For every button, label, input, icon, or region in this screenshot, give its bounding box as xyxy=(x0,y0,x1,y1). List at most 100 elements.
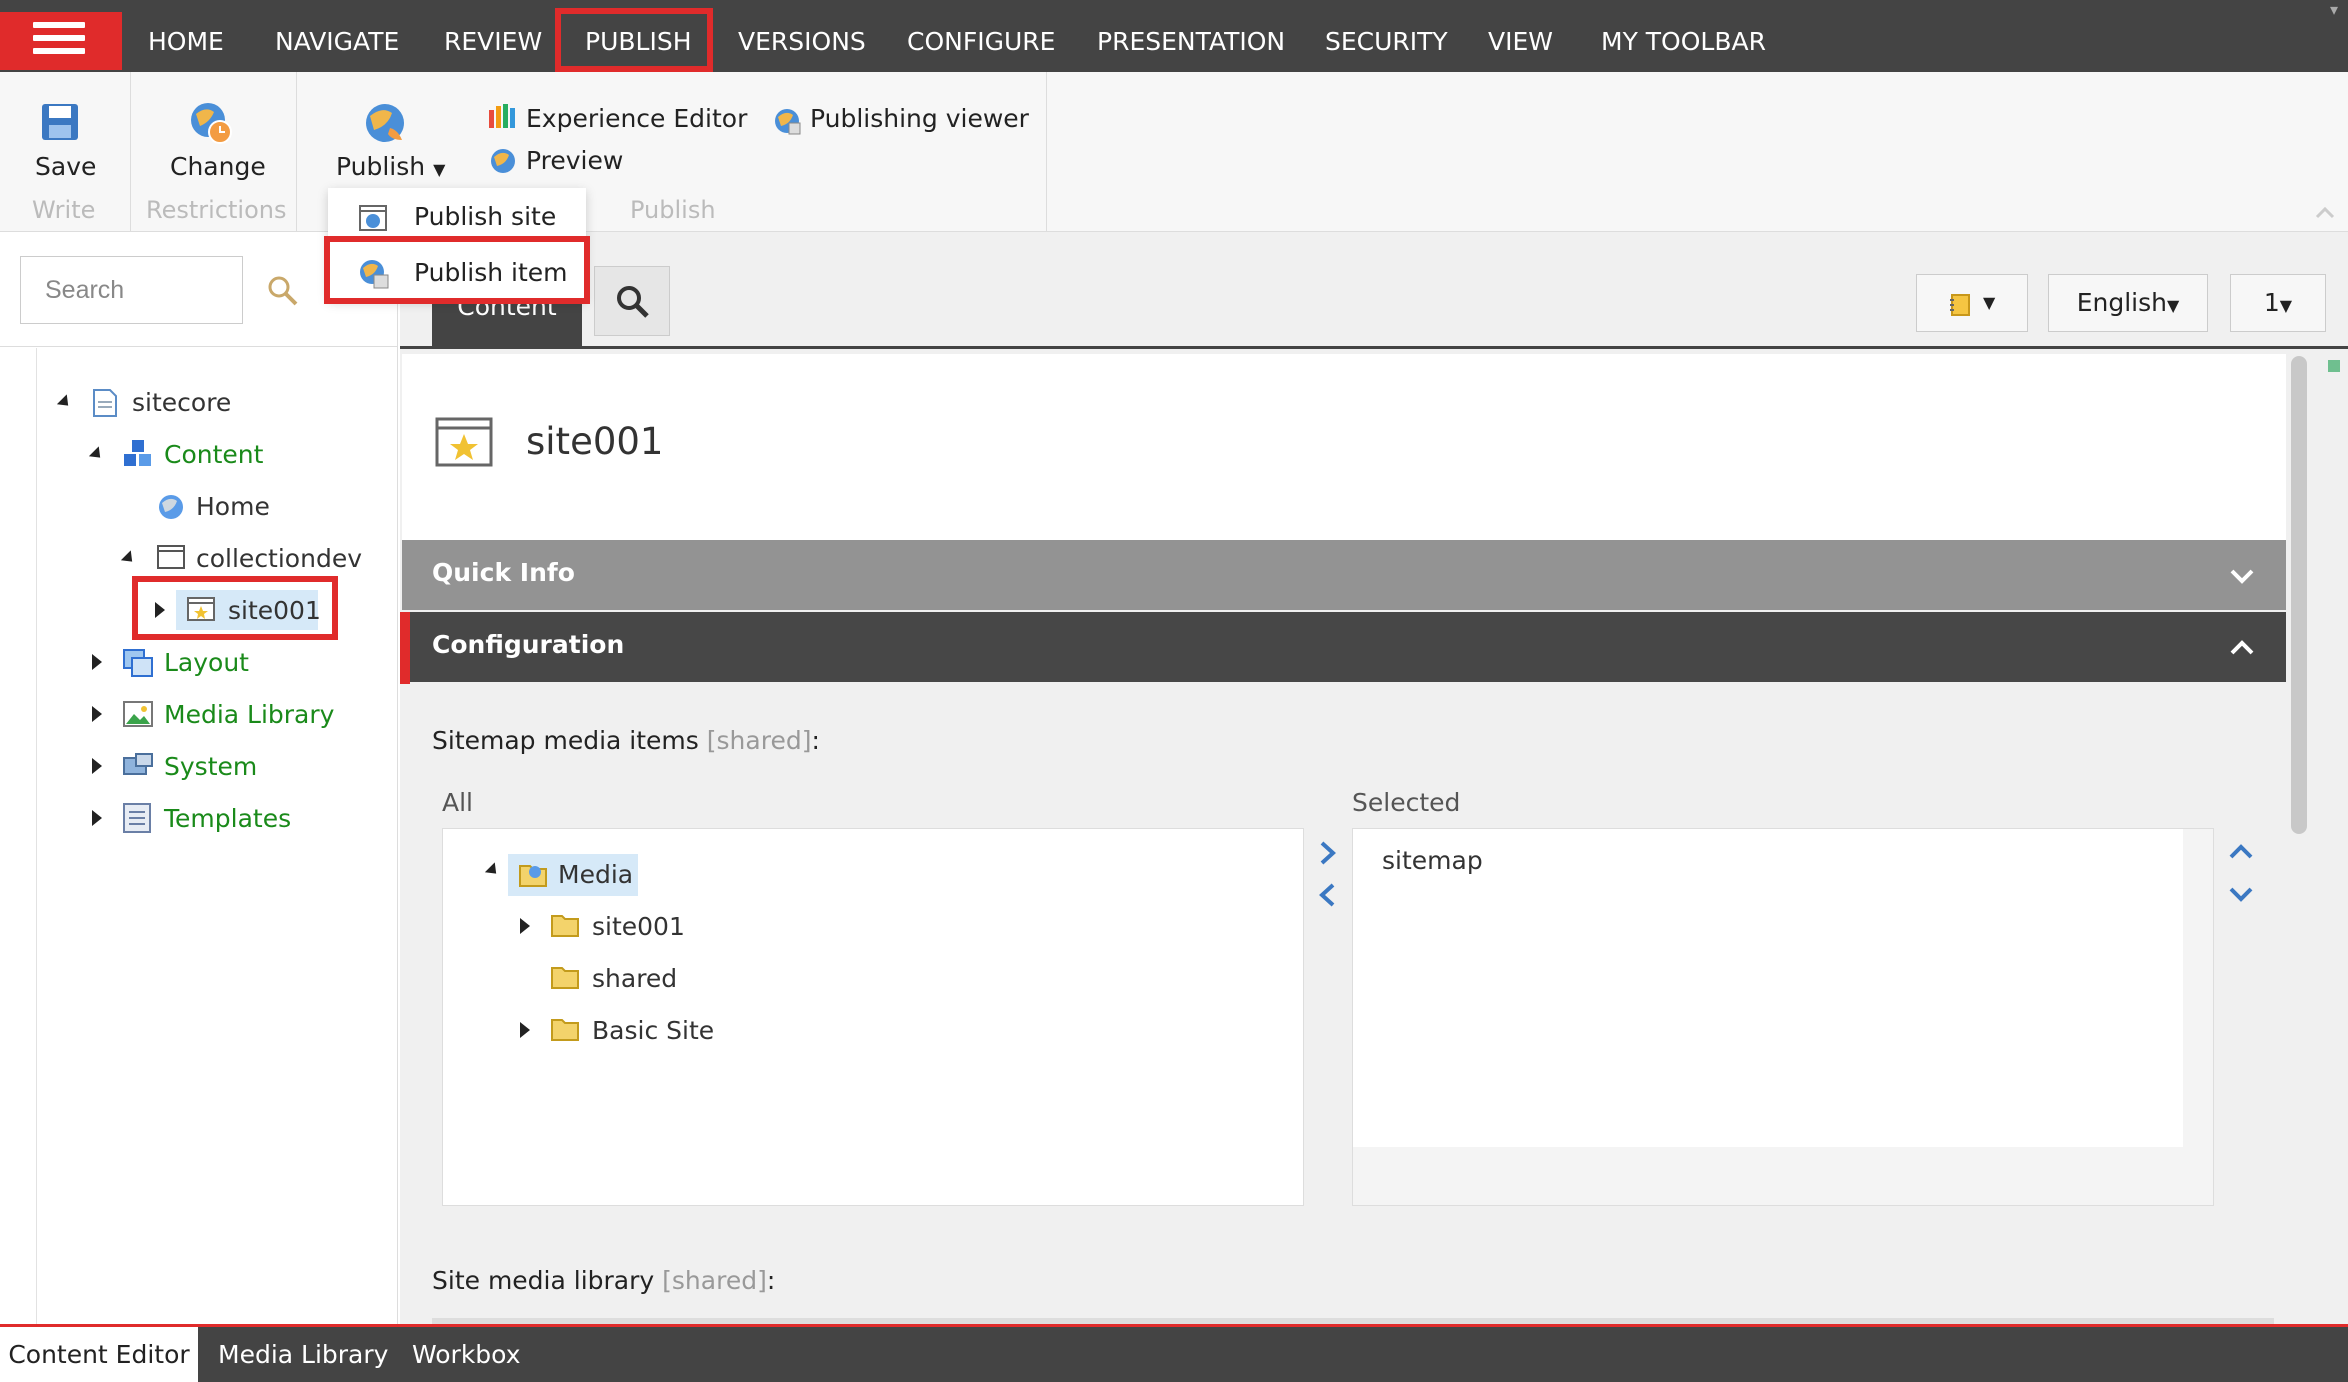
layout-icon xyxy=(123,649,153,677)
tree-node-templates[interactable]: Templates xyxy=(164,804,291,833)
expand-toggle-icon[interactable] xyxy=(92,706,102,722)
item-title: site001 xyxy=(526,420,664,463)
section-configuration[interactable]: Configuration xyxy=(402,612,2286,682)
search-icon[interactable] xyxy=(266,274,300,308)
selected-label: Selected xyxy=(1352,788,1461,817)
group-label-restrictions: Restrictions xyxy=(146,196,287,224)
move-right-icon[interactable] xyxy=(1316,840,1340,866)
expand-toggle-icon[interactable] xyxy=(92,654,102,670)
experience-editor-icon[interactable] xyxy=(488,102,516,130)
media-tree-node-shared[interactable]: shared xyxy=(592,964,677,993)
move-up-icon[interactable] xyxy=(2228,840,2254,864)
all-label: All xyxy=(442,788,473,817)
group-label-write: Write xyxy=(32,196,96,224)
highlight-publish-tab xyxy=(555,8,713,72)
section-configuration-label: Configuration xyxy=(432,630,625,659)
preview-button[interactable]: Preview xyxy=(526,146,623,175)
tab-my-toolbar[interactable]: MY TOOLBAR xyxy=(1601,0,1766,72)
version-dropdown[interactable]: 1▼ xyxy=(2230,274,2326,332)
publish-button-label: Publish xyxy=(336,152,426,181)
section-quick-info[interactable]: Quick Info xyxy=(402,540,2286,610)
system-icon xyxy=(123,753,153,775)
highlight-publish-item xyxy=(324,236,590,304)
content-search-button[interactable] xyxy=(594,266,670,336)
expand-toggle-icon[interactable] xyxy=(92,810,102,826)
selected-items-list xyxy=(1352,828,2214,1206)
caret-down-icon: ▼ xyxy=(2166,296,2180,315)
tab-navigate[interactable]: NAVIGATE xyxy=(275,0,399,72)
media-tree-node-basic-site[interactable]: Basic Site xyxy=(592,1016,714,1045)
tab-view[interactable]: VIEW xyxy=(1488,0,1553,72)
tree-node-layout[interactable]: Layout xyxy=(164,648,249,677)
templates-icon xyxy=(123,803,151,833)
caret-down-icon: ▼ xyxy=(1983,293,1996,312)
tab-presentation[interactable]: PRESENTATION xyxy=(1097,0,1285,72)
expand-toggle-icon[interactable] xyxy=(520,1022,530,1038)
tab-security[interactable]: SECURITY xyxy=(1325,0,1448,72)
caret-down-icon: ▼ xyxy=(433,160,446,179)
language-dropdown[interactable]: English▼ xyxy=(2048,274,2208,332)
publish-globe-icon[interactable] xyxy=(362,100,408,146)
validation-indicator xyxy=(2328,360,2340,372)
media-tree-node-media[interactable]: Media xyxy=(558,860,633,889)
publishing-viewer-button[interactable]: Publishing viewer xyxy=(810,104,1029,133)
folder-icon xyxy=(551,915,579,937)
notebook-icon xyxy=(1950,294,1970,316)
search-input[interactable] xyxy=(20,256,243,324)
window-icon xyxy=(157,545,185,569)
home-globe-icon xyxy=(159,495,183,519)
tab-configure[interactable]: CONFIGURE xyxy=(907,0,1055,72)
content-cubes-icon xyxy=(124,440,151,466)
tree-node-collectiondev[interactable]: collectiondev xyxy=(196,544,362,573)
publish-button[interactable]: Publish ▼ xyxy=(336,152,445,181)
expand-toggle-icon[interactable] xyxy=(520,918,530,934)
move-left-icon[interactable] xyxy=(1316,882,1340,908)
folder-icon xyxy=(551,967,579,989)
group-label-publish: Publish xyxy=(630,196,716,224)
media-library-icon xyxy=(123,701,153,727)
field-label-sitemap-media: Sitemap media items [shared]: xyxy=(432,726,820,755)
tree-node-media-library[interactable]: Media Library xyxy=(164,700,334,729)
language-value: English xyxy=(2076,288,2167,317)
tab-home[interactable]: HOME xyxy=(148,0,224,72)
selected-item-sitemap[interactable]: sitemap xyxy=(1382,846,1483,875)
save-button[interactable]: Save xyxy=(35,152,96,181)
item-header xyxy=(402,354,2286,540)
tab-media-library[interactable]: Media Library xyxy=(218,1327,388,1382)
hamburger-menu-icon[interactable] xyxy=(0,12,122,70)
tab-content-editor[interactable]: Content Editor xyxy=(0,1327,198,1382)
scroll-thumb[interactable] xyxy=(2291,356,2307,834)
search-icon xyxy=(617,286,649,318)
top-nav-bar: HOME NAVIGATE REVIEW PUBLISH VERSIONS CO… xyxy=(0,0,2348,72)
field-label-site-media-library: Site media library [shared]: xyxy=(432,1266,776,1295)
version-value: 1 xyxy=(2263,288,2280,317)
chevron-up-icon xyxy=(2230,640,2254,655)
media-tree-node-site001[interactable]: site001 xyxy=(592,912,685,941)
menu-item-publish-site-label: Publish site xyxy=(414,202,557,231)
highlight-site001-node xyxy=(132,576,338,640)
tree-node-sitecore[interactable]: sitecore xyxy=(132,388,231,417)
experience-editor-button[interactable]: Experience Editor xyxy=(526,104,747,133)
media-folder-icon xyxy=(519,865,547,887)
tab-workbox[interactable]: Workbox xyxy=(412,1327,521,1382)
publishing-viewer-icon[interactable] xyxy=(772,106,802,136)
tree-node-content[interactable]: Content xyxy=(164,440,263,469)
section-quick-info-label: Quick Info xyxy=(432,558,575,587)
move-down-icon[interactable] xyxy=(2228,882,2254,906)
tab-versions[interactable]: VERSIONS xyxy=(738,0,866,72)
chevron-down-icon[interactable]: ▾ xyxy=(2330,0,2338,19)
document-icon xyxy=(93,389,117,417)
globe-clock-icon[interactable] xyxy=(188,100,234,146)
folder-icon xyxy=(551,1019,579,1041)
expand-toggle-icon[interactable] xyxy=(92,758,102,774)
gutter-dropdown[interactable]: ▼ xyxy=(1916,274,2028,332)
change-button[interactable]: Change xyxy=(170,152,266,181)
preview-icon[interactable] xyxy=(488,146,518,176)
site-star-icon xyxy=(435,417,493,467)
collapse-ribbon-icon[interactable] xyxy=(2314,202,2336,224)
tab-review[interactable]: REVIEW xyxy=(444,0,542,72)
save-icon[interactable] xyxy=(40,102,80,142)
tree-node-system[interactable]: System xyxy=(164,752,257,781)
tree-node-home[interactable]: Home xyxy=(196,492,270,521)
publish-site-icon xyxy=(359,205,387,231)
